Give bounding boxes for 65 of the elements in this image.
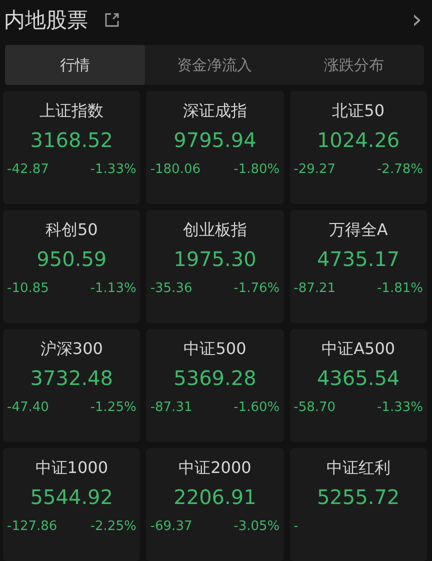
change-percent: -1.33% — [376, 400, 423, 415]
change-value: -47.40 — [7, 400, 49, 415]
tab[interactable]: 涨跌分布 — [284, 45, 424, 85]
tab[interactable]: 行情 — [5, 45, 145, 85]
index-value: 2206.91 — [174, 485, 256, 509]
index-name: 中证500 — [184, 339, 246, 360]
index-name: 沪深300 — [40, 339, 103, 360]
index-name: 深证成指 — [182, 101, 247, 122]
change-percent: -1.76% — [234, 281, 280, 296]
change-value: -87.31 — [150, 400, 192, 415]
index-name: 中证1000 — [35, 458, 108, 479]
index-value: 3732.48 — [30, 366, 114, 390]
index-card[interactable]: 北证50 1024.26 -29.27 -2.78% — [290, 91, 427, 204]
index-value: 4735.17 — [316, 247, 400, 271]
index-name: 北证50 — [332, 101, 384, 122]
change-percent: -2.78% — [376, 162, 423, 177]
share-icon[interactable] — [104, 12, 120, 28]
index-card[interactable]: 万得全A 4735.17 -87.21 -1.81% — [290, 210, 427, 323]
index-value: 9795.94 — [174, 128, 256, 152]
index-card[interactable]: 创业板指 1975.30 -35.36 -1.76% — [146, 210, 284, 323]
index-card[interactable]: 沪深300 3732.48 -47.40 -1.25% — [3, 329, 140, 442]
change-value: -29.27 — [294, 162, 336, 177]
index-value: 950.59 — [36, 247, 107, 271]
change-percent: -1.60% — [234, 400, 280, 415]
tab[interactable]: 资金净流入 — [144, 45, 284, 85]
index-card[interactable]: 中证500 5369.28 -87.31 -1.60% — [146, 329, 284, 442]
index-value: 4365.54 — [316, 366, 400, 390]
change-value: -87.21 — [294, 281, 336, 296]
index-value: 5255.72 — [316, 485, 400, 509]
index-name: 万得全A — [328, 220, 388, 241]
change-percent: -1.13% — [90, 281, 136, 296]
index-card[interactable]: 中证2000 2206.91 -69.37 -3.05% — [146, 448, 284, 561]
index-name: 中证A500 — [322, 339, 396, 360]
index-card[interactable]: 中证A500 4365.54 -58.70 -1.33% — [290, 329, 427, 442]
change-value: -58.70 — [294, 400, 336, 415]
change-value: - — [294, 519, 298, 534]
index-value: 5544.92 — [30, 485, 114, 509]
chevron-icon[interactable]: › — [412, 7, 422, 33]
index-value: 3168.52 — [30, 128, 114, 152]
index-card[interactable]: 科创50 950.59 -10.85 -1.13% — [3, 210, 140, 323]
index-card[interactable]: 中证红利 5255.72 - — [290, 448, 427, 561]
change-percent: -1.80% — [234, 162, 280, 177]
change-percent: -2.25% — [90, 519, 136, 534]
change-percent: -1.33% — [90, 162, 136, 177]
index-name: 中证2000 — [178, 458, 252, 479]
index-name: 上证指数 — [40, 101, 104, 122]
index-card[interactable]: 深证成指 9795.94 -180.06 -1.80% — [146, 91, 284, 204]
change-value: -69.37 — [150, 519, 192, 534]
change-value: -180.06 — [150, 162, 201, 177]
index-value: 1024.26 — [316, 128, 400, 152]
index-name: 中证红利 — [326, 458, 390, 479]
change-percent: -1.25% — [90, 400, 136, 415]
change-value: -127.86 — [7, 519, 58, 534]
change-value: -35.36 — [150, 281, 192, 296]
index-name: 科创50 — [45, 220, 98, 241]
index-name: 创业板指 — [182, 220, 247, 241]
change-value: -42.87 — [7, 162, 49, 177]
change-percent: -3.05% — [234, 519, 280, 534]
index-card[interactable]: 上证指数 3168.52 -42.87 -1.33% — [3, 91, 140, 204]
index-card[interactable]: 中证1000 5544.92 -127.86 -2.25% — [3, 448, 140, 561]
section-title: 内地股票 — [4, 7, 88, 34]
index-value: 1975.30 — [174, 247, 256, 271]
index-value: 5369.28 — [174, 366, 256, 390]
change-percent: -1.81% — [376, 281, 423, 296]
change-value: -10.85 — [7, 281, 49, 296]
